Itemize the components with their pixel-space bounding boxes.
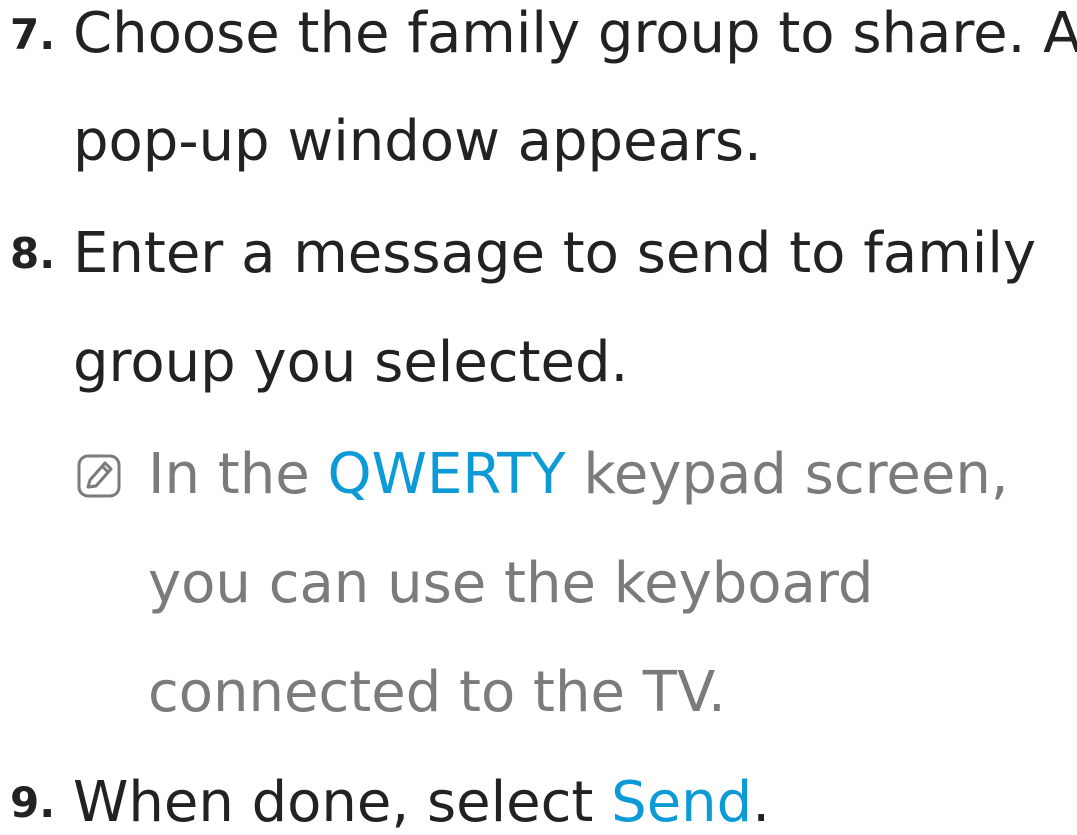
step-7-text-line-1: Choose the family group to share. A	[73, 1, 1077, 66]
step-8-number: 8.	[10, 229, 56, 278]
qwerty-term: QWERTY	[327, 442, 566, 507]
step-9-number: 9.	[10, 778, 56, 827]
step-8-text-line-2: group you selected.	[73, 330, 629, 395]
step-9-text: When done, select Send.	[73, 775, 770, 831]
note-text-line-2: you can use the keyboard	[148, 551, 874, 616]
send-term: Send	[611, 770, 753, 835]
step-9-text-before: When done, select	[73, 770, 612, 835]
note-icon	[77, 454, 121, 498]
note-line-1-before: In the	[148, 442, 328, 507]
step-9-text-after: .	[752, 770, 771, 835]
step-7-number: 7.	[10, 10, 56, 59]
step-7-text-line-2: pop-up window appears.	[73, 109, 762, 174]
step-8-text-line-1: Enter a message to send to family	[73, 221, 1037, 286]
note-text-line-3: connected to the TV.	[148, 660, 726, 725]
note-line-1-after: keypad screen,	[565, 442, 1009, 507]
note-text-line-1: In the QWERTY keypad screen,	[148, 447, 1009, 503]
